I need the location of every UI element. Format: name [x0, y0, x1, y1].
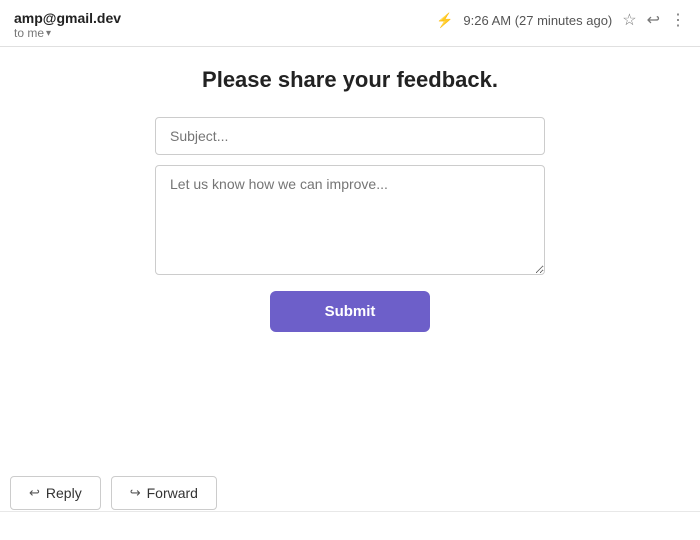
- email-actions: ↩ Reply ↪ Forward: [10, 476, 217, 510]
- feedback-form: Submit: [155, 117, 545, 332]
- sender-email: amp@gmail.dev: [14, 10, 121, 26]
- forward-button-label: Forward: [147, 485, 198, 501]
- to-me-row[interactable]: to me ▾: [14, 26, 121, 40]
- lightning-icon: ⚡: [436, 12, 453, 29]
- reply-button-icon: ↩: [29, 485, 40, 501]
- reply-header-icon[interactable]: ↩: [647, 10, 660, 30]
- email-header-right: ⚡ 9:26 AM (27 minutes ago) ☆ ↩ ⋮: [436, 10, 686, 30]
- bottom-section: ↩ Reply ↪ Forward: [0, 511, 700, 540]
- email-body: Please share your feedback. Submit: [0, 47, 700, 352]
- reply-button[interactable]: ↩ Reply: [10, 476, 101, 510]
- email-header-left: amp@gmail.dev to me ▾: [14, 10, 121, 40]
- subject-input[interactable]: [155, 117, 545, 155]
- to-me-label: to me: [14, 26, 44, 40]
- email-header: amp@gmail.dev to me ▾ ⚡ 9:26 AM (27 minu…: [0, 0, 700, 47]
- more-icon[interactable]: ⋮: [670, 10, 686, 30]
- email-container: amp@gmail.dev to me ▾ ⚡ 9:26 AM (27 minu…: [0, 0, 700, 540]
- chevron-down-icon: ▾: [46, 28, 51, 39]
- submit-button[interactable]: Submit: [270, 291, 430, 332]
- message-textarea[interactable]: [155, 165, 545, 275]
- forward-button-icon: ↪: [130, 485, 141, 501]
- reply-button-label: Reply: [46, 485, 82, 501]
- timestamp: 9:26 AM (27 minutes ago): [463, 13, 612, 28]
- forward-button[interactable]: ↪ Forward: [111, 476, 217, 510]
- star-icon[interactable]: ☆: [622, 10, 636, 30]
- feedback-title: Please share your feedback.: [202, 67, 498, 93]
